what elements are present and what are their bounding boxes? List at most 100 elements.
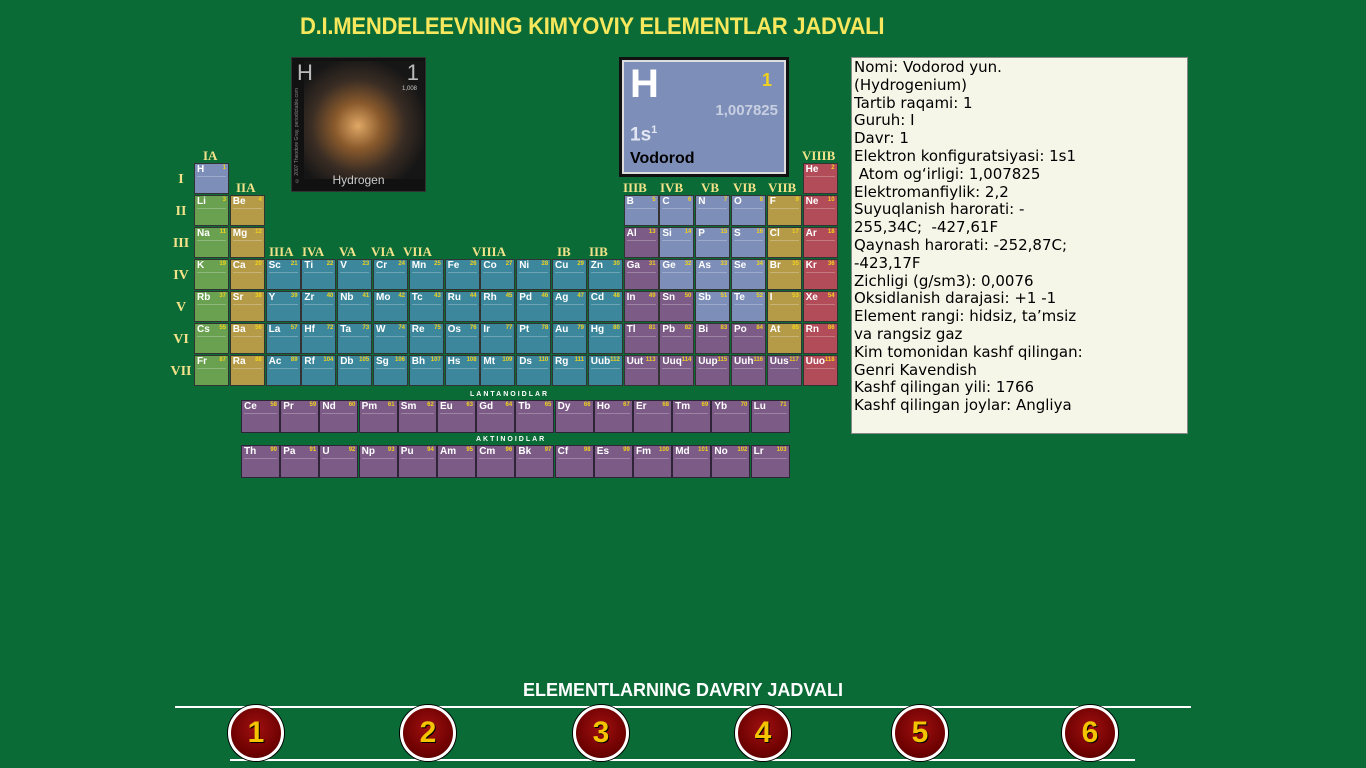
element-cell-pr[interactable]: Pr 59 bbox=[280, 400, 320, 433]
nav-button-2[interactable]: 2 bbox=[400, 705, 456, 761]
element-cell-rh[interactable]: Rh 45 bbox=[480, 291, 516, 322]
element-cell-mo[interactable]: Mo 42 bbox=[373, 291, 408, 322]
element-cell-b[interactable]: B5 bbox=[623, 195, 659, 226]
element-cell-os[interactable]: Os 76 bbox=[444, 323, 480, 354]
element-cell-tl[interactable]: Tl 81 bbox=[623, 323, 659, 354]
element-cell-hg[interactable]: Hg 80 bbox=[587, 323, 623, 354]
element-cell-be[interactable]: Be 4 bbox=[229, 195, 265, 226]
element-cell-uut[interactable]: Uut 113 bbox=[623, 355, 659, 386]
element-cell-ir[interactable]: Ir 77 bbox=[480, 323, 516, 354]
element-cell-ac[interactable]: Ac 89 bbox=[265, 355, 301, 386]
element-cell-ce[interactable]: Ce 58 bbox=[241, 400, 280, 433]
element-cell-zn[interactable]: Zn 30 bbox=[587, 259, 623, 290]
element-cell-li[interactable]: Li 3 bbox=[194, 195, 229, 226]
element-cell-gd[interactable]: Gd 64 bbox=[476, 400, 516, 433]
element-cell-pd[interactable]: Pd 46 bbox=[516, 291, 552, 322]
element-cell-sc[interactable]: Sc 21 bbox=[265, 259, 301, 290]
element-cell-lr[interactable]: Lr 103 bbox=[750, 445, 790, 478]
element-cell-sg[interactable]: Sg 106 bbox=[373, 355, 408, 386]
element-cell-y[interactable]: Y 39 bbox=[265, 291, 301, 322]
element-cell-br[interactable]: Br 35 bbox=[766, 259, 802, 290]
element-cell-xe[interactable]: Xe 54 bbox=[802, 291, 838, 322]
element-cell-se[interactable]: Se 34 bbox=[731, 259, 766, 290]
element-cell-yb[interactable]: Yb 70 bbox=[711, 400, 751, 433]
element-cell-u[interactable]: U 92 bbox=[319, 445, 359, 478]
element-cell-sb[interactable]: Sb 51 bbox=[695, 291, 731, 322]
element-cell-p[interactable]: P 15 bbox=[695, 227, 731, 258]
element-cell-cs[interactable]: Cs 55 bbox=[194, 323, 229, 354]
element-cell-uuq[interactable]: Uuq 114 bbox=[659, 355, 695, 386]
element-cell-uus[interactable]: Uus 117 bbox=[766, 355, 802, 386]
element-cell-no[interactable]: No 102 bbox=[711, 445, 751, 478]
element-cell-f[interactable]: F9 bbox=[766, 195, 802, 226]
element-cell-co[interactable]: Co 27 bbox=[480, 259, 516, 290]
element-cell-eu[interactable]: Eu 63 bbox=[437, 400, 476, 433]
element-cell-w[interactable]: W 74 bbox=[373, 323, 408, 354]
element-cell-re[interactable]: Re 75 bbox=[408, 323, 444, 354]
element-cell-cu[interactable]: Cu 29 bbox=[552, 259, 587, 290]
element-cell-ba[interactable]: Ba 56 bbox=[229, 323, 265, 354]
element-cell-sn[interactable]: Sn 50 bbox=[659, 291, 695, 322]
element-cell-mg[interactable]: Mg 12 bbox=[229, 227, 265, 258]
element-cell-ne[interactable]: Ne 10 bbox=[802, 195, 838, 226]
element-cell-s[interactable]: S 16 bbox=[731, 227, 766, 258]
nav-button-1[interactable]: 1 bbox=[228, 705, 284, 761]
element-cell-fm[interactable]: Fm 100 bbox=[633, 445, 672, 478]
element-cell-uup[interactable]: Uup 115 bbox=[695, 355, 731, 386]
element-cell-dy[interactable]: Dy 66 bbox=[554, 400, 594, 433]
element-cell-bk[interactable]: Bk 97 bbox=[515, 445, 555, 478]
element-cell-rb[interactable]: Rb 37 bbox=[194, 291, 229, 322]
element-cell-pu[interactable]: Pu 94 bbox=[397, 445, 437, 478]
element-cell-rn[interactable]: Rn 86 bbox=[802, 323, 838, 354]
element-cell-md[interactable]: Md 101 bbox=[672, 445, 712, 478]
element-cell-rf[interactable]: Rf 104 bbox=[301, 355, 337, 386]
element-cell-tb[interactable]: Tb 65 bbox=[515, 400, 555, 433]
element-cell-al[interactable]: Al 13 bbox=[623, 227, 659, 258]
element-cell-ni[interactable]: Ni 28 bbox=[516, 259, 552, 290]
nav-button-6[interactable]: 6 bbox=[1062, 705, 1118, 761]
element-cell-cm[interactable]: Cm 96 bbox=[476, 445, 516, 478]
element-cell-na[interactable]: Na 11 bbox=[194, 227, 229, 258]
element-cell-te[interactable]: Te 52 bbox=[731, 291, 766, 322]
element-cell-ho[interactable]: Ho 67 bbox=[593, 400, 633, 433]
element-cell-cl[interactable]: Cl 17 bbox=[766, 227, 802, 258]
nav-button-3[interactable]: 3 bbox=[573, 705, 629, 761]
nav-button-5[interactable]: 5 bbox=[892, 705, 948, 761]
element-cell-nd[interactable]: Nd 60 bbox=[319, 400, 359, 433]
element-cell-la[interactable]: La 57 bbox=[265, 323, 301, 354]
element-cell-uub[interactable]: Uub 112 bbox=[587, 355, 623, 386]
element-cell-c[interactable]: C6 bbox=[659, 195, 695, 226]
element-cell-tc[interactable]: Tc 43 bbox=[408, 291, 444, 322]
element-cell-n[interactable]: N7 bbox=[695, 195, 731, 226]
element-cell-si[interactable]: Si 14 bbox=[659, 227, 695, 258]
element-cell-v[interactable]: V 23 bbox=[337, 259, 373, 290]
element-cell-as[interactable]: As 33 bbox=[695, 259, 731, 290]
element-cell-sr[interactable]: Sr 38 bbox=[229, 291, 265, 322]
element-cell-rg[interactable]: Rg 111 bbox=[552, 355, 587, 386]
element-cell-ag[interactable]: Ag 47 bbox=[552, 291, 587, 322]
element-cell-bi[interactable]: Bi 83 bbox=[695, 323, 731, 354]
element-cell-pt[interactable]: Pt 78 bbox=[516, 323, 552, 354]
element-cell-ti[interactable]: Ti 22 bbox=[301, 259, 337, 290]
element-cell-bh[interactable]: Bh 107 bbox=[408, 355, 444, 386]
element-cell-k[interactable]: K 19 bbox=[194, 259, 229, 290]
element-cell-cr[interactable]: Cr 24 bbox=[373, 259, 408, 290]
element-cell-po[interactable]: Po 84 bbox=[731, 323, 766, 354]
element-cell-lu[interactable]: Lu 71 bbox=[750, 400, 790, 433]
element-cell-er[interactable]: Er 68 bbox=[633, 400, 672, 433]
element-cell-uuh[interactable]: Uuh 116 bbox=[731, 355, 766, 386]
element-cell-ra[interactable]: Ra 88 bbox=[229, 355, 265, 386]
element-cell-np[interactable]: Np 93 bbox=[358, 445, 398, 478]
element-cell-ge[interactable]: Ge 32 bbox=[659, 259, 695, 290]
element-cell-tm[interactable]: Tm 69 bbox=[672, 400, 712, 433]
element-cell-uuo[interactable]: Uuo 118 bbox=[802, 355, 838, 386]
element-cell-mn[interactable]: Mn 25 bbox=[408, 259, 444, 290]
element-cell-ds[interactable]: Ds 110 bbox=[516, 355, 552, 386]
element-cell-ca[interactable]: Ca 20 bbox=[229, 259, 265, 290]
element-cell-o[interactable]: O8 bbox=[731, 195, 766, 226]
element-cell-am[interactable]: Am 95 bbox=[437, 445, 476, 478]
element-cell-at[interactable]: At 85 bbox=[766, 323, 802, 354]
element-cell-db[interactable]: Db 105 bbox=[337, 355, 373, 386]
element-cell-zr[interactable]: Zr 40 bbox=[301, 291, 337, 322]
element-cell-es[interactable]: Es 99 bbox=[593, 445, 633, 478]
